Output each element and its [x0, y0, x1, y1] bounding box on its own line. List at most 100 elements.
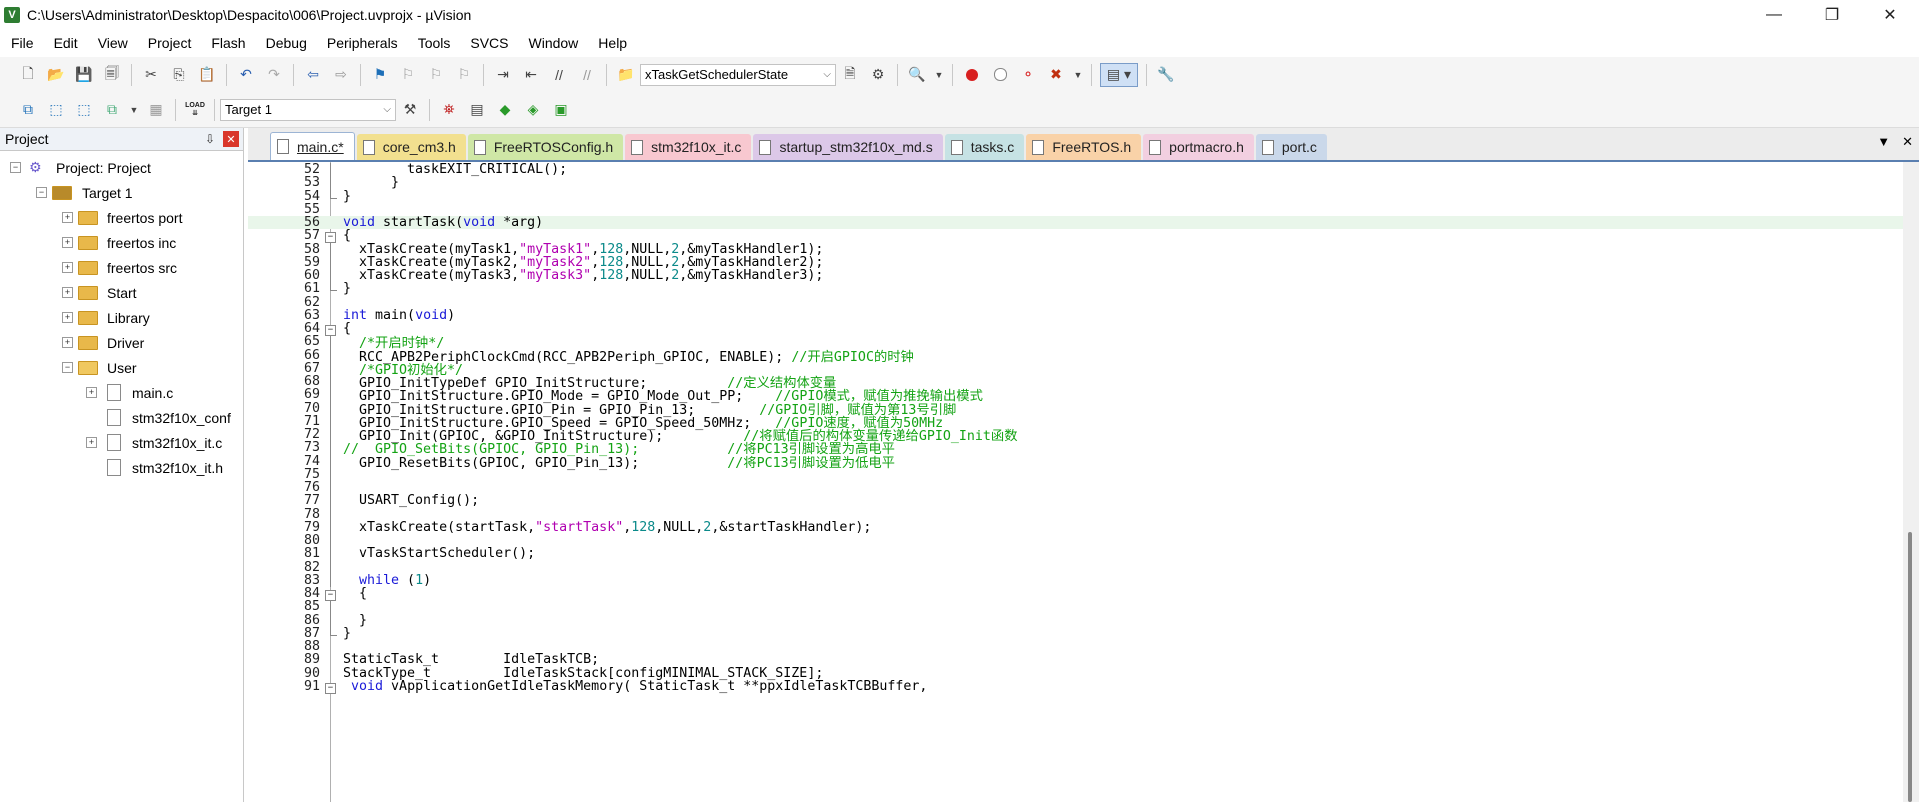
code-line[interactable]: 75: [248, 467, 1903, 482]
pin-icon[interactable]: ⇩: [205, 132, 215, 146]
debug-session-icon[interactable]: 🔍: [906, 64, 928, 86]
code-line[interactable]: 91− void vApplicationGetIdleTaskMemory( …: [248, 679, 1903, 694]
tree-node-target[interactable]: − Target 1: [0, 180, 243, 205]
tab-stm32f10x-it-c[interactable]: stm32f10x_it.c: [625, 134, 752, 160]
collapse-icon[interactable]: −: [10, 162, 21, 173]
expand-icon[interactable]: +: [62, 237, 73, 248]
tree-node-group[interactable]: + freertos src: [0, 255, 243, 280]
window-layout-icon[interactable]: ▤ ▾: [1100, 62, 1138, 87]
code-line[interactable]: 64−{: [248, 321, 1903, 336]
code-line[interactable]: 82: [248, 560, 1903, 575]
code-line[interactable]: 66 RCC_APB2PeriphClockCmd(RCC_APB2Periph…: [248, 348, 1903, 365]
tab-freertosconfig-h[interactable]: FreeRTOSConfig.h: [467, 134, 624, 160]
next-bookmark-icon[interactable]: ⚐: [425, 64, 447, 86]
code-line[interactable]: 81 vTaskStartScheduler();: [248, 546, 1903, 561]
incremental-find-icon[interactable]: ⚙: [867, 64, 889, 86]
code-line[interactable]: 62: [248, 295, 1903, 310]
undo-icon[interactable]: ↶: [235, 64, 257, 86]
collapse-icon[interactable]: −: [62, 362, 73, 373]
open-file-icon[interactable]: 📂: [45, 64, 67, 86]
menu-debug[interactable]: Debug: [255, 35, 316, 51]
menu-peripherals[interactable]: Peripherals: [316, 35, 407, 51]
find-in-files-icon[interactable]: 📁: [615, 64, 637, 86]
fold-margin[interactable]: −: [325, 322, 336, 336]
previous-bookmark-icon[interactable]: ⚐: [397, 64, 419, 86]
expand-icon[interactable]: +: [62, 212, 73, 223]
indent-icon[interactable]: ⇥: [492, 64, 514, 86]
tree-node-group[interactable]: + Start: [0, 280, 243, 305]
menu-help[interactable]: Help: [587, 35, 636, 51]
tree-node-group[interactable]: − User: [0, 355, 243, 380]
find-icon[interactable]: 🗎: [839, 64, 861, 86]
minimize-button[interactable]: —: [1745, 0, 1803, 29]
save-all-icon[interactable]: 🗐: [101, 64, 123, 86]
target-combo[interactable]: Target 1 ⌵: [220, 98, 396, 121]
menu-project[interactable]: Project: [137, 35, 201, 51]
tab-tasks-c[interactable]: tasks.c: [944, 134, 1025, 160]
manage-components-icon[interactable]: ▤: [466, 99, 488, 121]
code-line[interactable]: 54}: [248, 189, 1903, 204]
rebuild-icon[interactable]: ⬚: [73, 99, 95, 121]
file-extensions-icon[interactable]: ⛯: [438, 99, 460, 121]
code-line[interactable]: 58 xTaskCreate(myTask1,"myTask1",128,NUL…: [248, 242, 1903, 257]
code-line[interactable]: 60 xTaskCreate(myTask3,"myTask3",128,NUL…: [248, 268, 1903, 283]
code-line[interactable]: 59 xTaskCreate(myTask2,"myTask2",128,NUL…: [248, 255, 1903, 270]
copy-icon[interactable]: ⎘: [168, 64, 190, 86]
tab-freertos-h[interactable]: FreeRTOS.h: [1026, 134, 1142, 160]
collapse-icon[interactable]: −: [36, 187, 47, 198]
fold-margin[interactable]: −: [325, 587, 336, 601]
code-line[interactable]: 80: [248, 533, 1903, 548]
expand-icon[interactable]: +: [86, 437, 97, 448]
restore-button[interactable]: ❐: [1803, 0, 1861, 29]
function-combo[interactable]: xTaskGetSchedulerState ⌵: [640, 63, 836, 86]
code-line[interactable]: 90 StackType_t IdleTaskStack[configMINIMA…: [248, 666, 1903, 681]
code-line[interactable]: 74 GPIO_ResetBits(GPIOC, GPIO_Pin_13); /…: [248, 454, 1903, 471]
close-panel-icon[interactable]: ✕: [223, 131, 239, 147]
tab-list-icon[interactable]: ▼: [1877, 134, 1890, 150]
code-line[interactable]: 63 int main(void): [248, 308, 1903, 323]
tree-node-group[interactable]: + freertos inc: [0, 230, 243, 255]
fold-margin[interactable]: −: [325, 680, 336, 694]
fold-margin[interactable]: −: [325, 229, 336, 244]
chevron-down-icon[interactable]: ▼: [1073, 64, 1083, 86]
code-line[interactable]: 57−{: [248, 228, 1903, 244]
code-line[interactable]: 86 }: [248, 613, 1903, 628]
comment-icon[interactable]: //: [548, 64, 570, 86]
expand-icon[interactable]: +: [62, 337, 73, 348]
kill-breakpoints-icon[interactable]: ✖: [1045, 64, 1067, 86]
close-window-button[interactable]: ✕: [1861, 0, 1919, 29]
uncomment-icon[interactable]: //: [576, 64, 598, 86]
scrollbar-thumb[interactable]: [1908, 532, 1912, 802]
code-line[interactable]: 55: [248, 202, 1903, 217]
tree-node-file[interactable]: stm32f10x_conf: [0, 405, 243, 430]
save-icon[interactable]: 💾: [73, 64, 95, 86]
clear-bookmarks-icon[interactable]: ⚐: [453, 64, 475, 86]
tab-core-cm3-h[interactable]: core_cm3.h: [356, 134, 466, 160]
new-file-icon[interactable]: 🗋: [17, 64, 39, 86]
enable-breakpoint-icon[interactable]: [989, 64, 1011, 86]
paste-icon[interactable]: 📋: [196, 64, 218, 86]
download-icon[interactable]: LOAD ⇊: [184, 99, 206, 121]
tree-node-group[interactable]: + freertos port: [0, 205, 243, 230]
code-line[interactable]: 77 USART_Config();: [248, 493, 1903, 508]
code-line[interactable]: 85: [248, 599, 1903, 614]
code-line[interactable]: 78: [248, 507, 1903, 522]
expand-icon[interactable]: +: [62, 262, 73, 273]
code-line[interactable]: 83 while (1): [248, 573, 1903, 588]
code-line[interactable]: 52 taskEXIT_CRITICAL();: [248, 162, 1903, 177]
batch-build-icon[interactable]: ⧉: [101, 99, 123, 121]
fold-toggle-icon[interactable]: −: [325, 682, 336, 694]
tree-node-file[interactable]: + stm32f10x_it.c: [0, 430, 243, 455]
expand-icon[interactable]: +: [62, 312, 73, 323]
navigate-forward-icon[interactable]: ⇨: [330, 64, 352, 86]
menu-window[interactable]: Window: [518, 35, 588, 51]
bookmark-icon[interactable]: ⚑: [369, 64, 391, 86]
stop-build-icon[interactable]: ▦: [145, 99, 167, 121]
code-line[interactable]: 88: [248, 639, 1903, 654]
tab-main-c[interactable]: main.c*: [270, 132, 355, 160]
translate-icon[interactable]: ⧉: [17, 99, 39, 121]
expand-icon[interactable]: +: [62, 287, 73, 298]
navigate-back-icon[interactable]: ⇦: [302, 64, 324, 86]
code-line[interactable]: 87}: [248, 626, 1903, 641]
run-time-environment-icon[interactable]: ▣: [550, 99, 572, 121]
